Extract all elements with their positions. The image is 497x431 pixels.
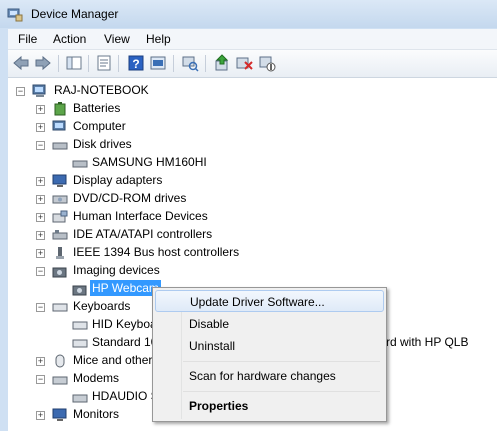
menu-update-driver[interactable]: Update Driver Software...	[155, 290, 384, 312]
menu-uninstall[interactable]: Uninstall	[155, 335, 384, 357]
ieee1394-icon	[56, 247, 64, 259]
console-view-icon[interactable]	[149, 54, 167, 72]
expand-icon[interactable]: +	[36, 195, 45, 204]
tree-item-hdaudio[interactable]: HDAUDIO S	[92, 389, 159, 403]
title-bar: Device Manager	[0, 0, 497, 28]
forward-arrow-icon[interactable]	[34, 54, 52, 72]
menu-view[interactable]: View	[104, 32, 130, 46]
battery-icon	[54, 102, 66, 116]
expand-icon[interactable]: +	[36, 231, 45, 240]
disk-drive-icon	[72, 160, 88, 168]
menu-disable[interactable]: Disable	[155, 313, 384, 335]
device-manager-icon	[7, 8, 23, 22]
tree-item-hid[interactable]: Human Interface Devices	[73, 209, 208, 223]
menu-scan-hardware[interactable]: Scan for hardware changes	[155, 365, 384, 387]
context-menu: Update Driver Software... Disable Uninst…	[152, 287, 387, 422]
toolbar: ?	[8, 50, 497, 78]
camera-icon	[52, 267, 67, 278]
expand-icon[interactable]: +	[36, 357, 45, 366]
hid-icon	[52, 210, 68, 223]
window-title: Device Manager	[31, 7, 119, 21]
show-hide-tree-icon[interactable]	[65, 54, 83, 72]
dvd-drive-icon	[52, 195, 68, 204]
tree-root-label[interactable]: RAJ-NOTEBOOK	[54, 83, 149, 97]
expand-icon[interactable]: +	[36, 177, 45, 186]
modem-icon	[72, 394, 88, 403]
menu-properties[interactable]: Properties	[155, 395, 384, 417]
computer-icon	[52, 120, 66, 131]
display-adapter-icon	[52, 174, 67, 187]
menu-separator	[183, 391, 380, 392]
collapse-icon[interactable]: −	[36, 141, 45, 150]
collapse-icon[interactable]: −	[16, 87, 25, 96]
keyboard-icon	[52, 303, 68, 312]
keyboard-icon	[72, 321, 88, 330]
menu-help[interactable]: Help	[146, 32, 171, 46]
tree-item-samsung-drive[interactable]: SAMSUNG HM160HI	[92, 155, 207, 169]
tree-item-imaging-devices[interactable]: Imaging devices	[73, 263, 160, 277]
tree-item-ieee1394[interactable]: IEEE 1394 Bus host controllers	[73, 245, 239, 259]
disable-icon[interactable]	[258, 54, 276, 72]
back-arrow-icon[interactable]	[12, 54, 30, 72]
menu-uninstall-label: Uninstall	[189, 339, 236, 353]
menu-disable-label: Disable	[189, 317, 230, 331]
webcam-icon	[72, 285, 87, 296]
expand-icon[interactable]: +	[36, 213, 45, 222]
update-driver-icon[interactable]	[213, 54, 231, 72]
disk-drive-icon	[52, 142, 68, 150]
expand-icon[interactable]: +	[36, 123, 45, 132]
tree-item-computer[interactable]: Computer	[73, 119, 126, 133]
modem-icon	[52, 376, 68, 385]
scan-hardware-icon[interactable]	[181, 54, 199, 72]
expand-icon[interactable]: +	[36, 411, 45, 420]
help-icon[interactable]: ?	[127, 54, 145, 72]
toolbar-separator	[118, 55, 119, 72]
tree-item-standard-keyboard[interactable]: Standard 10	[92, 335, 157, 349]
collapse-icon[interactable]: −	[36, 267, 45, 276]
tree-item-monitors[interactable]: Monitors	[73, 407, 119, 421]
tree-item-hid-keyboard[interactable]: HID Keyboa	[92, 317, 157, 331]
menu-update-driver-label: Update Driver Software...	[190, 295, 325, 309]
svg-text:?: ?	[132, 57, 139, 71]
menu-bar: File Action View Help	[8, 29, 497, 50]
menu-file[interactable]: File	[18, 32, 37, 46]
tree-item-batteries[interactable]: Batteries	[73, 101, 120, 115]
ide-controller-icon	[52, 230, 68, 240]
properties-icon[interactable]	[95, 54, 113, 72]
collapse-icon[interactable]: −	[36, 303, 45, 312]
uninstall-icon[interactable]	[235, 54, 253, 72]
toolbar-separator	[58, 55, 59, 72]
computer-icon	[32, 84, 46, 97]
mouse-icon	[55, 354, 65, 368]
tree-item-dvd-drives[interactable]: DVD/CD-ROM drives	[73, 191, 186, 205]
menu-properties-label: Properties	[189, 399, 249, 413]
expand-icon[interactable]: +	[36, 249, 45, 258]
tree-item-mice[interactable]: Mice and other	[73, 353, 152, 367]
keyboard-icon	[72, 339, 88, 348]
collapse-icon[interactable]: −	[36, 375, 45, 384]
tree-item-keyboards[interactable]: Keyboards	[73, 299, 130, 313]
tree-item-standard-keyboard-suffix: rd with HP QLB	[386, 335, 469, 349]
monitor-icon	[52, 408, 67, 421]
toolbar-separator	[88, 55, 89, 72]
tree-item-ide-controllers[interactable]: IDE ATA/ATAPI controllers	[73, 227, 212, 241]
tree-item-modems[interactable]: Modems	[73, 371, 119, 385]
toolbar-separator	[205, 55, 206, 72]
expand-icon[interactable]: +	[36, 105, 45, 114]
tree-item-hp-webcam[interactable]: HP Webcam	[90, 280, 161, 296]
menu-separator	[183, 361, 380, 362]
menu-action[interactable]: Action	[53, 32, 86, 46]
tree-item-disk-drives[interactable]: Disk drives	[73, 137, 132, 151]
menu-scan-hardware-label: Scan for hardware changes	[189, 369, 336, 383]
toolbar-separator	[173, 55, 174, 72]
tree-item-display-adapters[interactable]: Display adapters	[73, 173, 162, 187]
